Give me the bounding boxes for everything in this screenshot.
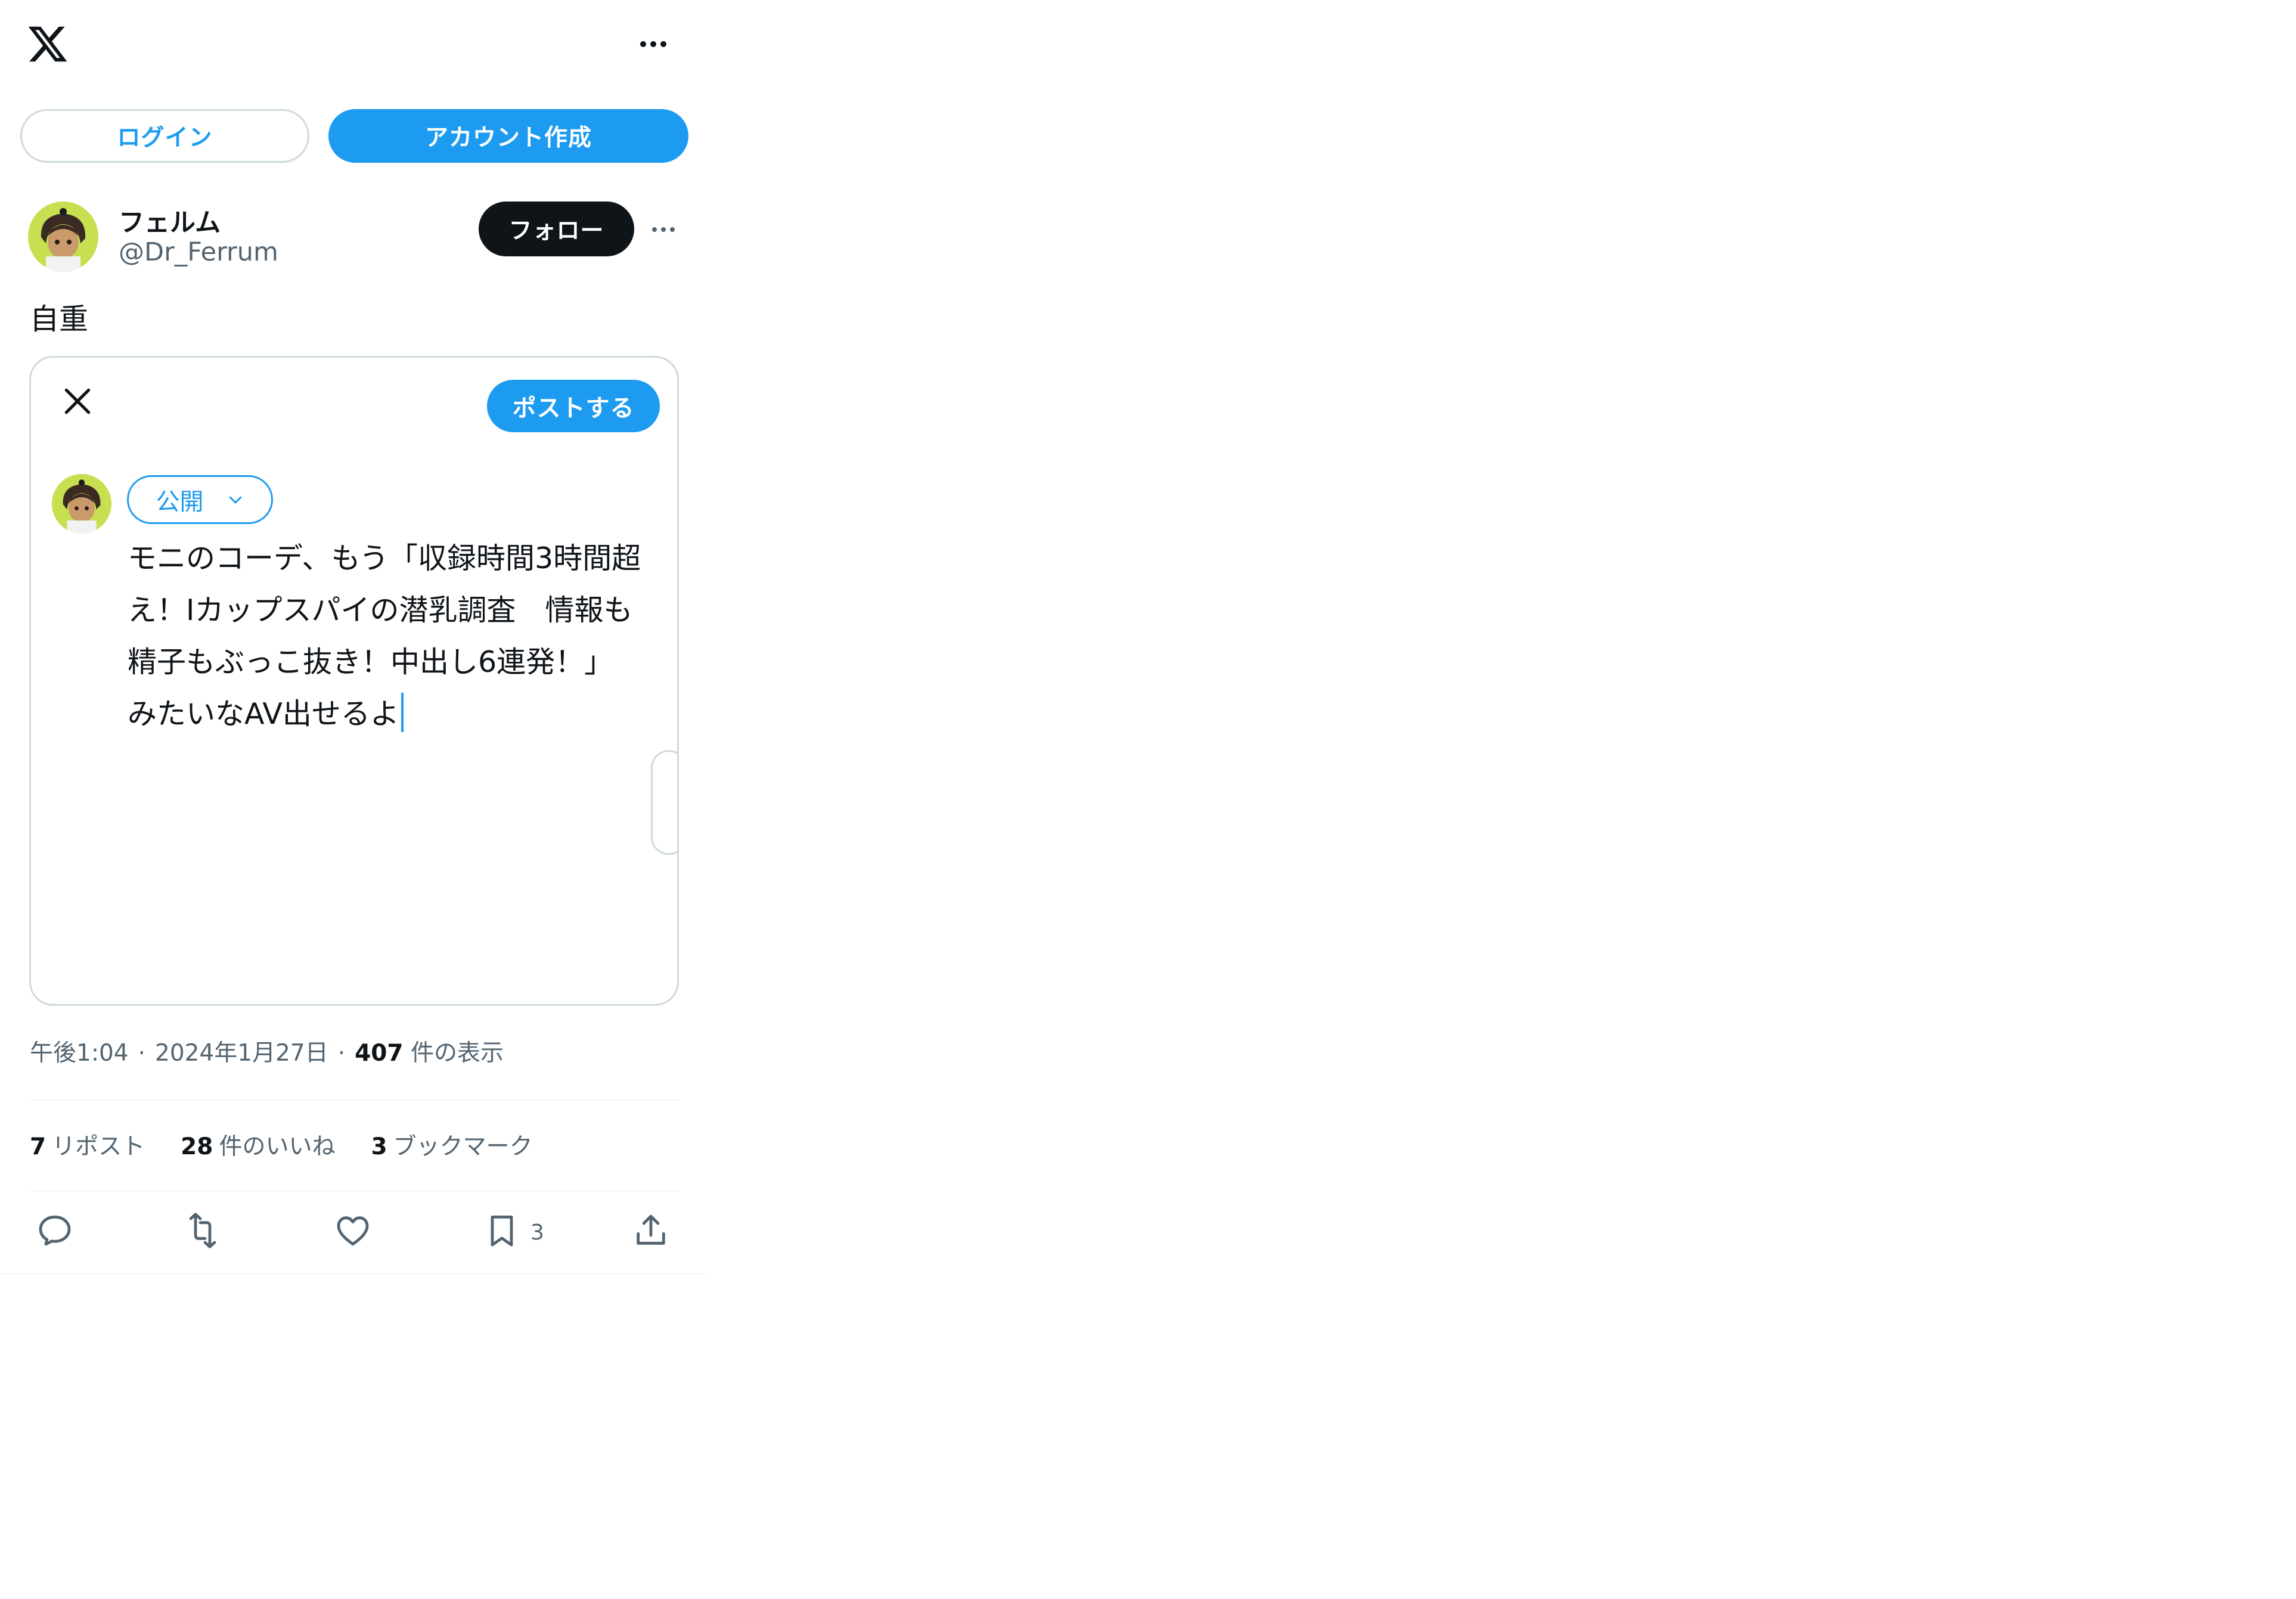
divider [30,1190,680,1191]
meta-separator: · [337,1040,346,1067]
compose-line: モニのコーデ、もう「収録時間3時間超 [128,541,641,575]
author-name[interactable]: フェルム [119,202,221,239]
tweet-text: 自重 [30,302,89,336]
compose-line: みたいなAV出せるよ [128,697,399,731]
x-logo-icon[interactable] [26,23,69,66]
more-horizontal-icon[interactable] [640,33,666,55]
likes-stat[interactable]: 28 件のいいね [181,1128,335,1161]
tweet-media-image[interactable]: ポストする 公開 モニのコーデ、もう「収録時間3時間超 え！Iカップスパイの潜乳… [29,356,679,1006]
audience-selector: 公開 [127,475,273,524]
scroll-handle [651,750,677,855]
audience-label: 公開 [156,488,204,516]
page: ログイン アカウント作成 フェルム @Dr_Ferrum フォロー 自重 ポスト… [0,0,2296,1599]
follow-button[interactable]: フォロー [479,202,634,256]
signup-button[interactable]: アカウント作成 [328,109,688,163]
meta-separator: · [138,1040,145,1067]
tweet-date[interactable]: 2024年1月27日 [155,1034,328,1068]
close-icon [64,388,91,414]
tweet-stats: 7 リポスト 28 件のいいね 3 ブックマーク [30,1128,533,1161]
repost-icon[interactable] [184,1211,222,1250]
bookmarks-stat[interactable]: 3 ブックマーク [371,1128,532,1161]
like-icon[interactable] [334,1211,372,1250]
reposts-stat[interactable]: 7 リポスト [30,1128,145,1161]
reply-icon[interactable] [36,1211,74,1250]
tweet-time[interactable]: 午後1:04 [30,1034,129,1068]
login-button[interactable]: ログイン [20,109,309,163]
chevron-down-icon [229,496,241,504]
post-button: ポストする [487,380,660,432]
compose-text: モニのコーデ、もう「収録時間3時間超 え！Iカップスパイの潜乳調査 情報も 精子… [128,532,664,740]
compose-line: え！Iカップスパイの潜乳調査 情報も [128,593,633,627]
views-label: 件の表示 [410,1040,504,1067]
share-icon[interactable] [632,1211,670,1250]
more-horizontal-icon[interactable] [652,224,675,235]
bookmark-icon[interactable] [483,1211,521,1250]
text-caret [401,693,404,732]
avatar [52,474,111,534]
compose-line: 精子もぶっこ抜き！中出し6連発！」 [128,645,614,679]
author-handle[interactable]: @Dr_Ferrum [119,237,278,267]
divider [30,1099,680,1101]
tweet-column: ログイン アカウント作成 フェルム @Dr_Ferrum フォロー 自重 ポスト… [0,0,706,1274]
views-count: 407 [355,1040,404,1067]
avatar[interactable] [28,202,98,272]
bookmark-count: 3 [530,1220,544,1245]
tweet-meta: 午後1:04 · 2024年1月27日 · 407 件の表示 [30,1034,504,1068]
